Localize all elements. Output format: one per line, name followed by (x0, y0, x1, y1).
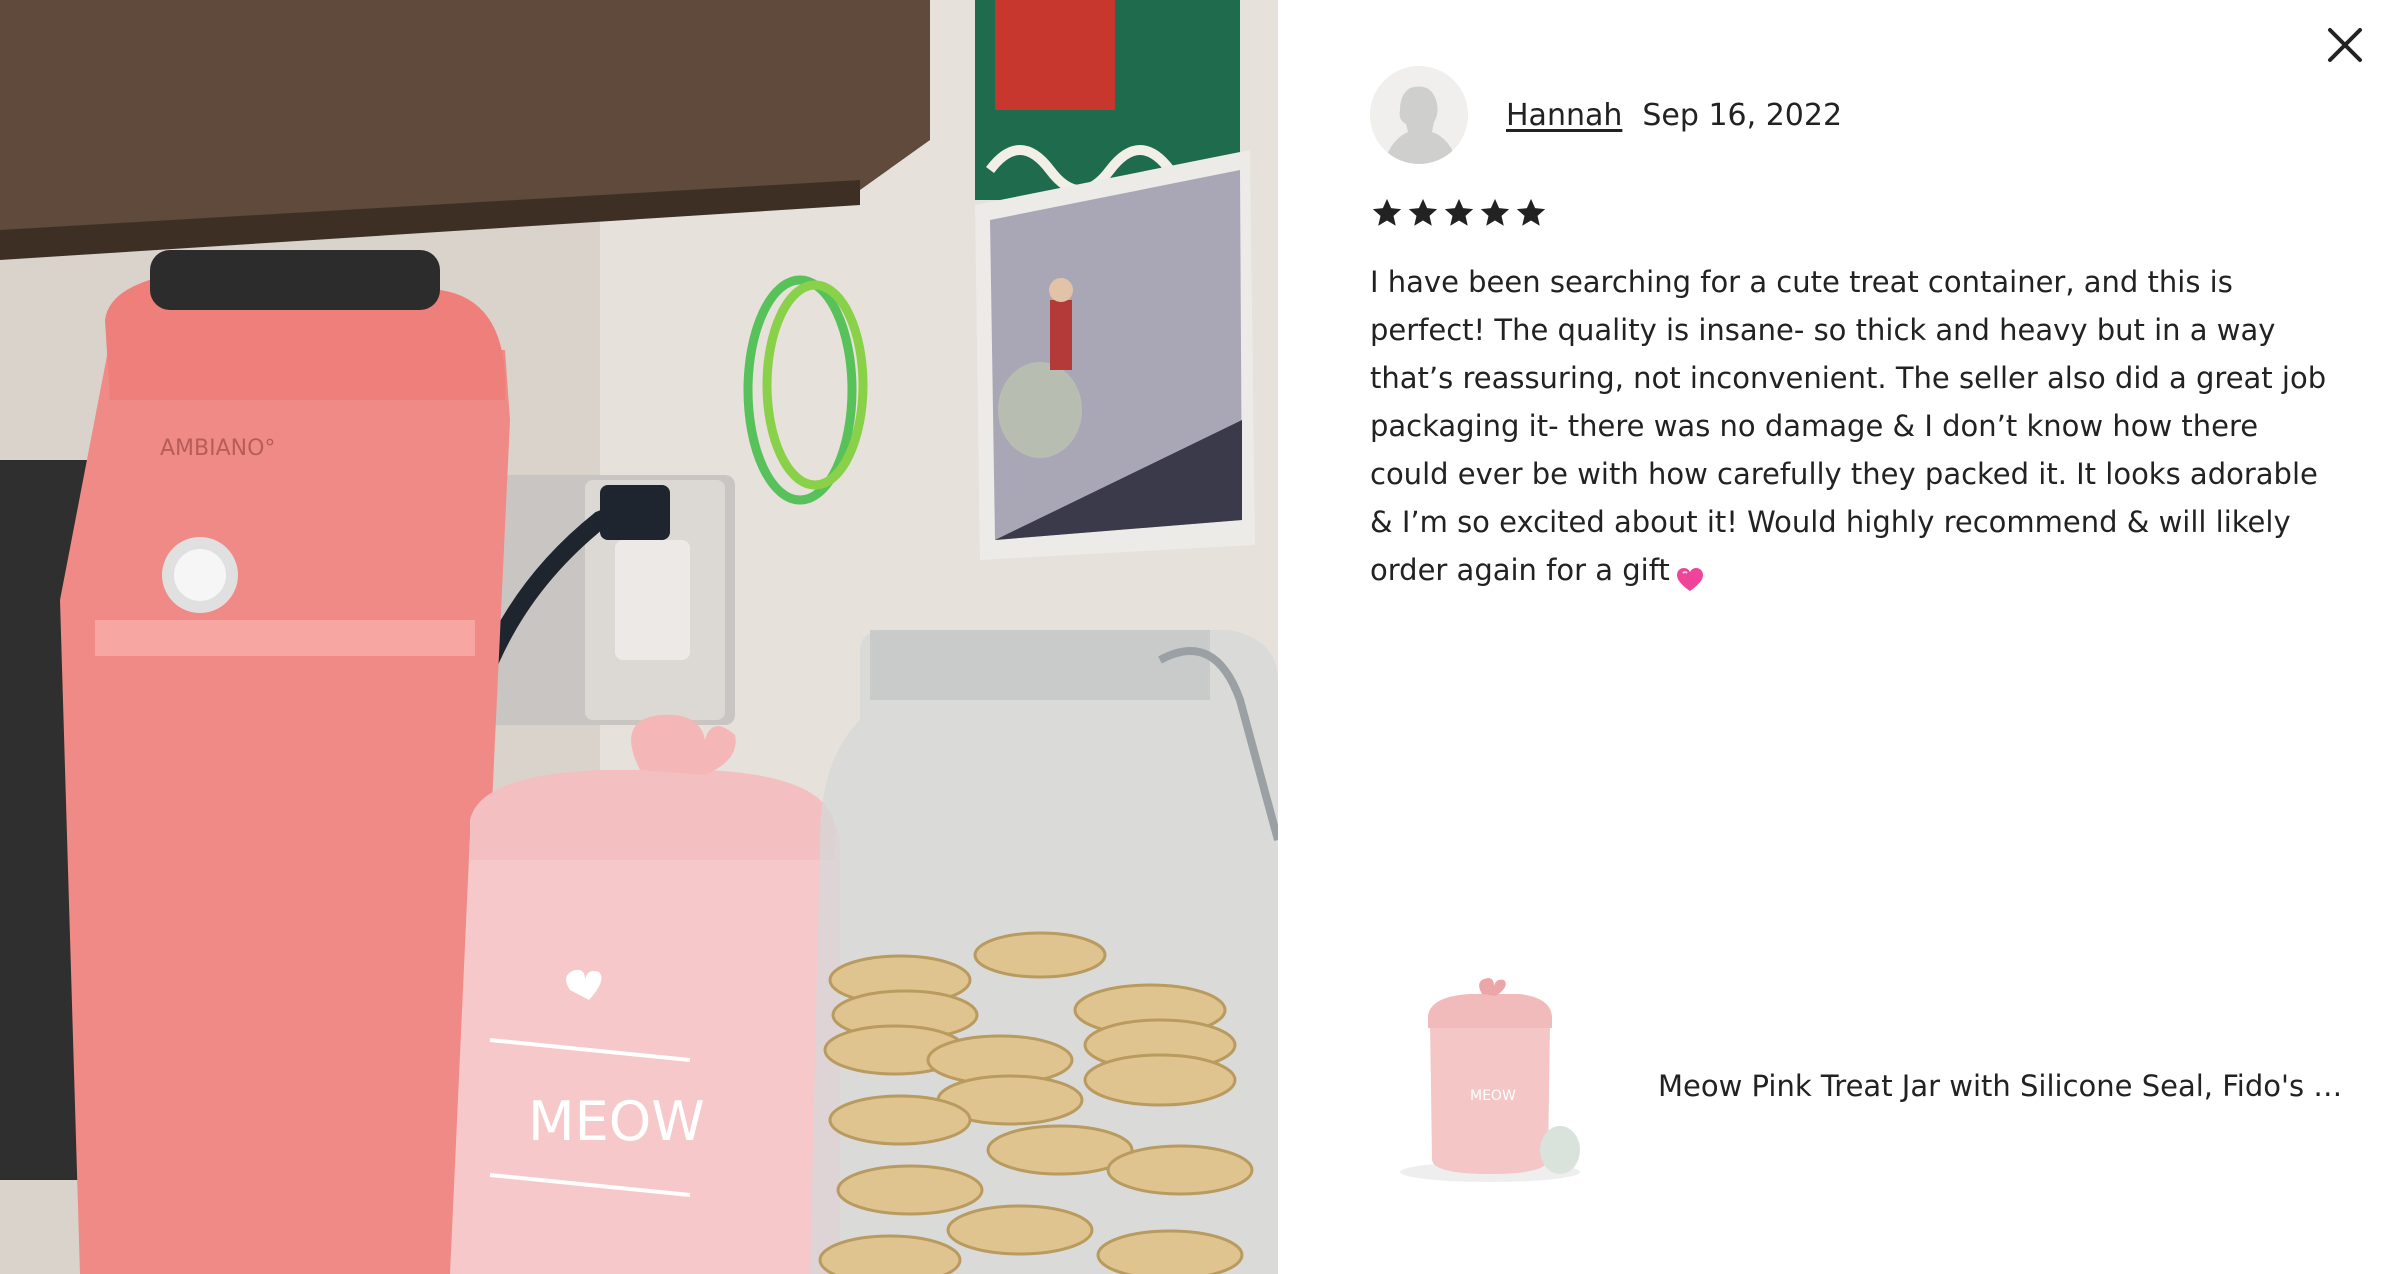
kitchen-counter-photo: AMBIANO° MEOW (0, 0, 1278, 1274)
close-icon (2328, 28, 2362, 62)
product-thumbnail: MEOW (1370, 960, 1620, 1210)
star-icon (1480, 198, 1510, 226)
star-icon (1516, 198, 1546, 226)
star-rating (1370, 196, 1548, 230)
poster-bottom (975, 150, 1255, 560)
glass-cookie-jar (810, 630, 1278, 1274)
reviewer-name-link[interactable]: Hannah (1506, 98, 1622, 133)
svg-text:MEOW: MEOW (1470, 1088, 1516, 1104)
pink-meow-jar: MEOW (450, 714, 840, 1274)
close-button[interactable] (2322, 22, 2368, 68)
review-body: I have been searching for a cute treat c… (1370, 265, 2327, 587)
star-icon (1444, 198, 1474, 226)
product-link[interactable]: MEOW Meow Pink Treat Jar with Silicone S… (1370, 960, 2394, 1210)
product-title[interactable]: Meow Pink Treat Jar with Silicone Seal, … (1658, 1066, 2358, 1106)
svg-text:MEOW: MEOW (528, 1090, 705, 1153)
svg-text:AMBIANO°: AMBIANO° (160, 436, 275, 461)
avatar[interactable] (1370, 66, 1468, 164)
review-details-panel: Hannah Sep 16, 2022 I have been searchin… (1278, 0, 2394, 1274)
star-icon (1408, 198, 1438, 226)
review-date: Sep 16, 2022 (1642, 97, 1843, 133)
reviewer-info: Hannah Sep 16, 2022 (1370, 66, 1842, 164)
review-photo: AMBIANO° MEOW (0, 0, 1278, 1274)
review-text: I have been searching for a cute treat c… (1370, 258, 2330, 594)
star-icon (1372, 198, 1402, 226)
heart-emoji-icon (1676, 559, 1704, 591)
default-avatar-icon (1370, 66, 1468, 164)
